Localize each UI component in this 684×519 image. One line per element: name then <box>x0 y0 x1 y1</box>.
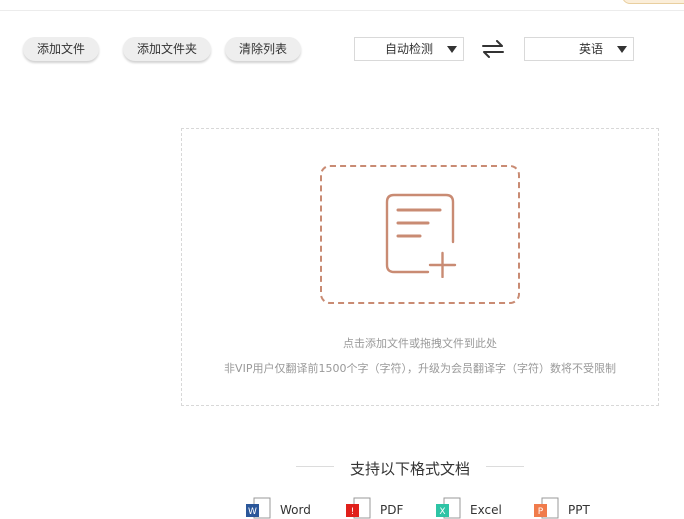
drop-hint-primary: 点击添加文件或拖拽文件到此处 <box>343 337 497 350</box>
pdf-badge: ! <box>351 507 355 517</box>
clear-list-button[interactable]: 清除列表 <box>225 37 302 61</box>
word-file-icon: W <box>246 497 271 519</box>
source-language-value: 自动检测 <box>384 42 433 56</box>
add-file-button[interactable]: 添加文件 <box>23 37 100 61</box>
source-language-select[interactable]: 自动检测 <box>354 37 464 61</box>
format-label-ppt: PPT <box>568 503 590 517</box>
format-label-pdf: PDF <box>380 503 404 517</box>
vip-corner-tab[interactable] <box>622 0 684 4</box>
swap-arrows-icon[interactable] <box>481 40 505 58</box>
target-language-select[interactable]: 英语 <box>524 37 634 61</box>
format-label-word: Word <box>280 503 311 517</box>
window-top-border <box>0 0 684 11</box>
pdf-file-icon: ! <box>346 497 371 519</box>
excel-file-icon: X <box>436 497 461 519</box>
target-language-value: 英语 <box>578 42 603 56</box>
excel-badge: X <box>439 507 445 517</box>
divider-line-right <box>486 466 524 467</box>
formats-section-header: 支持以下格式文档 <box>296 456 524 478</box>
document-add-icon <box>385 193 457 278</box>
word-badge: W <box>248 507 257 517</box>
chevron-down-icon <box>617 46 627 53</box>
chevron-down-icon <box>447 46 457 53</box>
format-label-excel: Excel <box>470 503 502 517</box>
add-folder-button[interactable]: 添加文件夹 <box>123 37 212 61</box>
ppt-file-icon: P <box>534 497 559 519</box>
formats-title: 支持以下格式文档 <box>349 460 470 478</box>
ppt-badge: P <box>538 507 544 517</box>
drop-hint-secondary: 非VIP用户仅翻译前1500个字（字符），升级为会员翻译字（字符）数将不受限制 <box>224 362 616 375</box>
